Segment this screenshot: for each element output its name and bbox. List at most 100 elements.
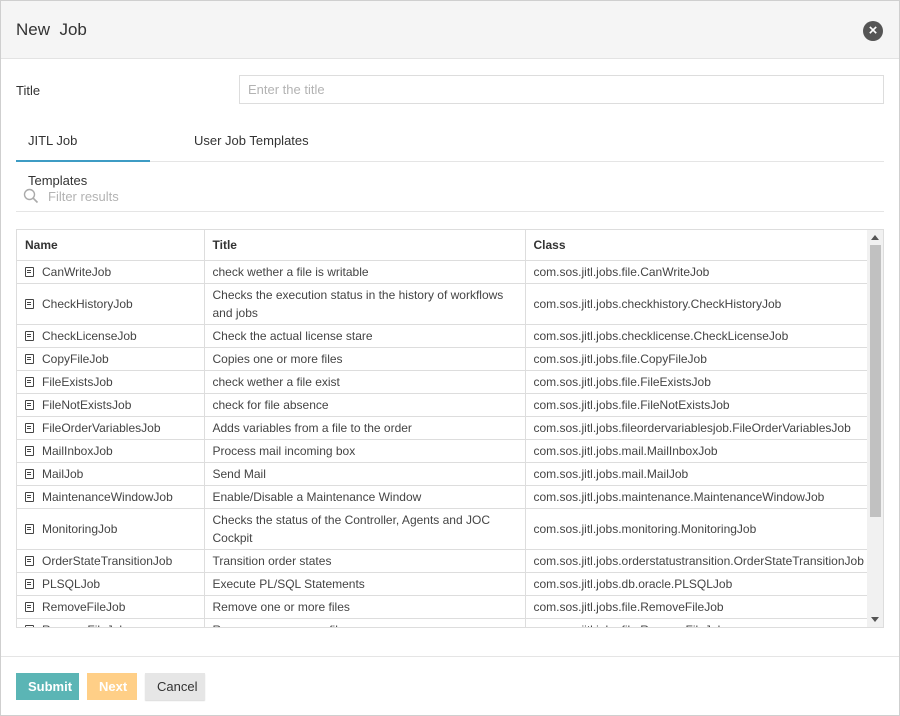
cell-name[interactable]: MonitoringJob	[17, 508, 205, 550]
cell-class[interactable]: com.sos.jitl.jobs.checklicense.CheckLice…	[525, 324, 869, 348]
new-job-dialog: New Job × Title JITL Job Templates User …	[0, 0, 900, 716]
cell-title[interactable]: Adds variables from a file to the order	[204, 416, 526, 440]
cell-title[interactable]: Transition order states	[204, 549, 526, 573]
column-header-class[interactable]: Class	[525, 230, 869, 261]
cell-class[interactable]: com.sos.jitl.jobs.fileordervariablesjob.…	[525, 416, 869, 440]
cell-class[interactable]: com.sos.jitl.jobs.maintenance.Maintenanc…	[525, 485, 869, 509]
cell-name[interactable]: RemoveFileJob	[17, 595, 205, 619]
table-row[interactable]: FileOrderVariablesJob Adds variables from…	[17, 416, 869, 440]
cell-class[interactable]: com.sos.jitl.jobs.db.oracle.PLSQLJob	[525, 572, 869, 596]
table-row[interactable]: MaintenanceWindowJob Enable/Disable a Mai…	[17, 485, 869, 509]
job-template-icon	[25, 266, 34, 277]
job-name: RenameFileJob	[42, 623, 126, 628]
tab-jitl-job-templates[interactable]: JITL Job Templates	[16, 121, 150, 188]
cell-class[interactable]: com.sos.jitl.jobs.orderstatustransition.…	[525, 549, 869, 573]
template-tabs: JITL Job Templates User Job Templates	[16, 121, 884, 188]
cell-name[interactable]: OrderStateTransitionJob	[17, 549, 205, 573]
cancel-button[interactable]: Cancel	[145, 673, 205, 700]
job-name: FileExistsJob	[42, 374, 113, 389]
cell-title[interactable]: Process mail incoming box	[204, 439, 526, 463]
dialog-header: New Job ×	[1, 1, 899, 59]
tab-user-job-templates[interactable]: User Job Templates	[182, 121, 321, 162]
title-label: Title	[16, 83, 41, 98]
job-templates-table: Name Title Class CanWriteJob check wether…	[16, 229, 884, 628]
job-name: FileNotExistsJob	[42, 397, 132, 412]
cell-title[interactable]: check for file absence	[204, 393, 526, 417]
cell-title[interactable]: Enable/Disable a Maintenance Window	[204, 485, 526, 509]
table-row[interactable]: FileNotExistsJob check for file absence co…	[17, 393, 869, 417]
cell-class[interactable]: com.sos.jitl.jobs.file.RenameFileJob	[525, 618, 869, 627]
cell-name[interactable]: FileOrderVariablesJob	[17, 416, 205, 440]
job-template-icon	[25, 298, 34, 309]
cell-class[interactable]: com.sos.jitl.jobs.checkhistory.CheckHist…	[525, 283, 869, 325]
job-template-icon	[25, 376, 34, 387]
job-name: CopyFileJob	[42, 351, 109, 366]
table-row[interactable]: FileExistsJob check wether a file exist co…	[17, 370, 869, 394]
table-row[interactable]: RemoveFileJob Remove one or more files com…	[17, 595, 869, 619]
cell-class[interactable]: com.sos.jitl.jobs.file.RemoveFileJob	[525, 595, 869, 619]
cell-title[interactable]: check wether a file exist	[204, 370, 526, 394]
table-row[interactable]: CanWriteJob check wether a file is writab…	[17, 260, 869, 284]
table-scrollbar[interactable]	[867, 230, 883, 627]
cell-name[interactable]: CheckHistoryJob	[17, 283, 205, 325]
column-header-title[interactable]: Title	[204, 230, 526, 261]
job-name: PLSQLJob	[42, 576, 101, 591]
cell-class[interactable]: com.sos.jitl.jobs.file.FileNotExistsJob	[525, 393, 869, 417]
job-name: MonitoringJob	[42, 521, 118, 536]
search-icon	[23, 188, 39, 204]
cell-name[interactable]: RenameFileJob	[17, 618, 205, 628]
cell-class[interactable]: com.sos.jitl.jobs.file.FileExistsJob	[525, 370, 869, 394]
job-name: MailJob	[42, 466, 84, 481]
table-row[interactable]: MailInboxJob Process mail incoming box com…	[17, 439, 869, 463]
scroll-down-arrow-icon[interactable]	[871, 617, 879, 622]
column-header-name[interactable]: Name	[17, 230, 205, 261]
table-row[interactable]: RenameFileJob Rename one or more filescom…	[17, 618, 869, 628]
cell-class[interactable]: com.sos.jitl.jobs.file.CopyFileJob	[525, 347, 869, 371]
table-row[interactable]: CheckHistoryJob Checks the execution stat…	[17, 283, 869, 325]
scroll-up-arrow-icon[interactable]	[871, 235, 879, 240]
dialog-title: New Job	[16, 20, 87, 39]
cell-title[interactable]: Copies one or more files	[204, 347, 526, 371]
cell-class[interactable]: com.sos.jitl.jobs.file.CanWriteJob	[525, 260, 869, 284]
table-row[interactable]: OrderStateTransitionJob Transition order …	[17, 549, 869, 573]
cell-class[interactable]: com.sos.jitl.jobs.monitoring.MonitoringJ…	[525, 508, 869, 550]
cell-name[interactable]: FileExistsJob	[17, 370, 205, 394]
table-row[interactable]: CheckLicenseJob Check the actual license …	[17, 324, 869, 348]
cell-title[interactable]: Check the actual license stare	[204, 324, 526, 348]
job-template-icon	[25, 578, 34, 589]
next-button[interactable]: Next	[87, 673, 137, 700]
table-row[interactable]: MailJob Send Mail com.sos.jitl.jobs.mail.M…	[17, 462, 869, 486]
title-input[interactable]	[239, 75, 884, 104]
job-name: CanWriteJob	[42, 264, 112, 279]
job-template-icon	[25, 330, 34, 341]
cell-name[interactable]: PLSQLJob	[17, 572, 205, 596]
cell-title[interactable]: Remove one or more files	[204, 595, 526, 619]
cell-title[interactable]: Rename one or more files	[204, 618, 526, 627]
cell-name[interactable]: CanWriteJob	[17, 260, 205, 284]
cell-title[interactable]: check wether a file is writable	[204, 260, 526, 284]
cell-name[interactable]: MailInboxJob	[17, 439, 205, 463]
close-icon[interactable]: ×	[863, 21, 883, 41]
cell-class[interactable]: com.sos.jitl.jobs.mail.MailJob	[525, 462, 869, 486]
cell-name[interactable]: MaintenanceWindowJob	[17, 485, 205, 509]
cell-title[interactable]: Checks the status of the Controller, Age…	[204, 508, 526, 550]
scroll-thumb[interactable]	[870, 245, 881, 517]
table-row[interactable]: MonitoringJob Checks the status of the Co…	[17, 508, 869, 550]
cell-class[interactable]: com.sos.jitl.jobs.mail.MailInboxJob	[525, 439, 869, 463]
table-row[interactable]: CopyFileJob Copies one or more files com.s…	[17, 347, 869, 371]
job-name: MailInboxJob	[42, 443, 113, 458]
cell-name[interactable]: CheckLicenseJob	[17, 324, 205, 348]
submit-button[interactable]: Submit	[16, 673, 79, 700]
filter-input[interactable]	[46, 184, 866, 208]
cell-title[interactable]: Checks the execution status in the histo…	[204, 283, 526, 325]
job-template-icon	[25, 353, 34, 364]
table-row[interactable]: PLSQLJob Execute PL/SQL Statements com.sos…	[17, 572, 869, 596]
job-template-icon	[25, 601, 34, 612]
cell-title[interactable]: Execute PL/SQL Statements	[204, 572, 526, 596]
cell-name[interactable]: CopyFileJob	[17, 347, 205, 371]
cell-name[interactable]: FileNotExistsJob	[17, 393, 205, 417]
job-template-icon	[25, 523, 34, 534]
cell-title[interactable]: Send Mail	[204, 462, 526, 486]
cell-name[interactable]: MailJob	[17, 462, 205, 486]
job-name: MaintenanceWindowJob	[42, 489, 173, 504]
